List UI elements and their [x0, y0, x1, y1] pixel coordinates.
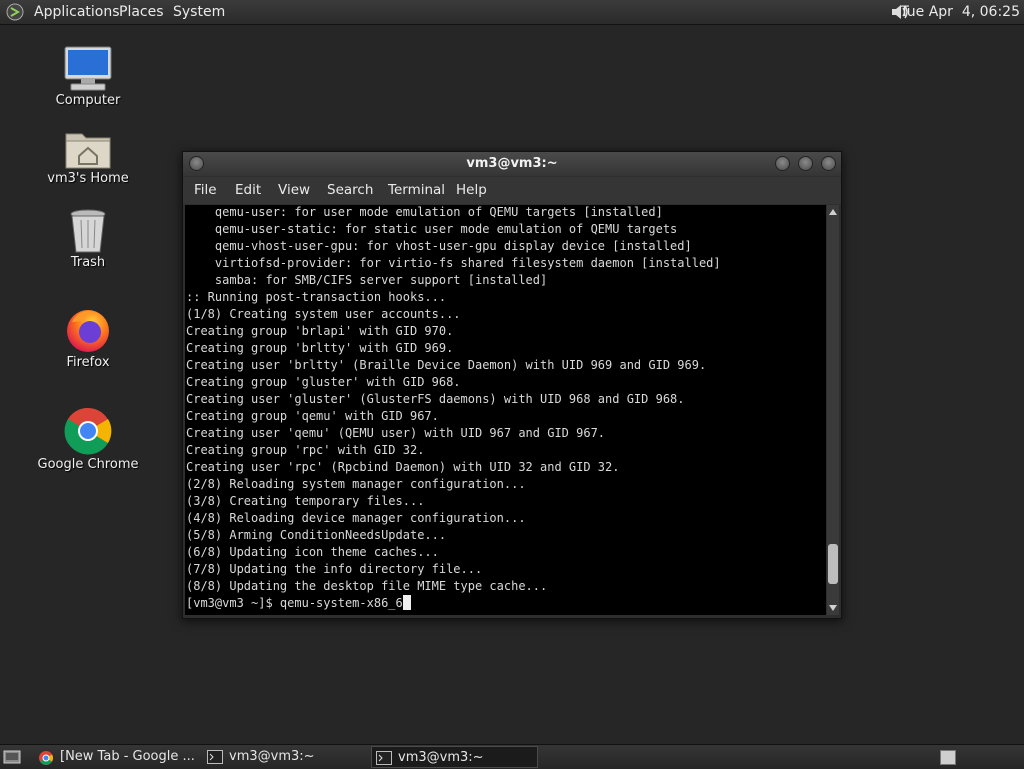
terminal-line: (4/8) Reloading device manager configura…: [186, 511, 526, 525]
terminal-line: Creating group 'rpc' with GID 32.: [186, 443, 425, 457]
clock[interactable]: Tue Apr 4, 06:25: [900, 3, 1020, 21]
terminal-text: qemu-user: for user mode emulation of QE…: [185, 205, 826, 612]
places-menu[interactable]: Places: [119, 3, 164, 21]
terminal-line: samba: for SMB/CIFS server support [inst…: [186, 273, 548, 287]
desktop-icon-label: Trash: [70, 255, 106, 270]
terminal-line: (5/8) Arming ConditionNeedsUpdate...: [186, 528, 447, 542]
scroll-up-arrow-icon[interactable]: [829, 209, 837, 215]
firefox-icon: [67, 310, 109, 352]
chrome-icon: [64, 407, 112, 455]
taskbar-item-terminal-1[interactable]: vm3@vm3:~: [203, 746, 365, 768]
terminal-line: Creating group 'gluster' with GID 968.: [186, 375, 461, 389]
desktop-icon-label: Google Chrome: [37, 457, 139, 472]
close-button[interactable]: [821, 156, 836, 171]
terminal-scrollbar[interactable]: [827, 205, 839, 615]
terminal-line: Creating user 'rpc' (Rpcbind Daemon) wit…: [186, 460, 620, 474]
terminal-line: Creating group 'brlapi' with GID 970.: [186, 324, 454, 338]
terminal-line: (7/8) Updating the info directory file..…: [186, 562, 483, 576]
taskbar-item-label: [New Tab - Google ...: [60, 749, 195, 764]
menu-search[interactable]: Search: [327, 182, 373, 198]
window-title: vm3@vm3:~: [466, 156, 558, 171]
shell-prompt: [vm3@vm3 ~]$: [186, 596, 280, 610]
terminal-line: virtiofsd-provider: for virtio-fs shared…: [186, 256, 721, 270]
terminal-icon: [207, 750, 223, 764]
computer-icon: [64, 46, 112, 91]
desktop-icon-label: vm3's Home: [47, 171, 129, 186]
menu-terminal[interactable]: Terminal: [388, 182, 445, 198]
taskbar-item-terminal-2[interactable]: vm3@vm3:~: [371, 746, 538, 768]
desktop-icon-computer[interactable]: Computer: [33, 46, 143, 108]
terminal-window: vm3@vm3:~ File Edit View Search Terminal…: [182, 151, 842, 619]
minimize-button[interactable]: [775, 156, 790, 171]
menu-edit[interactable]: Edit: [235, 182, 261, 198]
menu-file[interactable]: File: [194, 182, 217, 198]
terminal-line: (6/8) Updating icon theme caches...: [186, 545, 439, 559]
terminal-line: (1/8) Creating system user accounts...: [186, 307, 461, 321]
terminal-line: Creating group 'qemu' with GID 967.: [186, 409, 439, 423]
home-folder-icon: [65, 133, 111, 169]
command-input[interactable]: qemu-system-x86_6: [280, 596, 403, 610]
system-menu[interactable]: System: [173, 3, 225, 21]
terminal-output[interactable]: qemu-user: for user mode emulation of QE…: [185, 205, 826, 615]
desktop-icon-trash[interactable]: Trash: [33, 208, 143, 270]
terminal-line: qemu-user: for user mode emulation of QE…: [186, 205, 663, 219]
terminal-line: (8/8) Updating the desktop file MIME typ…: [186, 579, 548, 593]
workspace-switcher[interactable]: [940, 750, 956, 765]
taskbar-item-label: vm3@vm3:~: [398, 750, 484, 765]
text-cursor: [402, 595, 411, 610]
taskbar-item-label: vm3@vm3:~: [229, 749, 315, 764]
terminal-line: qemu-vhost-user-gpu: for vhost-user-gpu …: [186, 239, 692, 253]
window-titlebar[interactable]: vm3@vm3:~: [183, 152, 841, 176]
top-panel: Applications Places System Tue Apr 4, 06…: [0, 0, 1024, 25]
distro-logo-icon[interactable]: [6, 3, 24, 21]
trash-icon: [70, 209, 106, 253]
terminal-line: Creating user 'brltty' (Braille Device D…: [186, 358, 707, 372]
desktop-icon-label: Firefox: [66, 355, 110, 370]
terminal-line: (2/8) Reloading system manager configura…: [186, 477, 526, 491]
desktop-icon-firefox[interactable]: Firefox: [33, 306, 143, 370]
desktop-icon-chrome[interactable]: Google Chrome: [33, 406, 143, 472]
terminal-line: :: Running post-transaction hooks...: [186, 290, 447, 304]
terminal-line: Creating user 'gluster' (GlusterFS daemo…: [186, 392, 685, 406]
taskbar-item-chrome[interactable]: [New Tab - Google ...: [34, 746, 196, 768]
terminal-line: Creating user 'qemu' (QEMU user) with UI…: [186, 426, 606, 440]
terminal-icon: [376, 751, 392, 765]
terminal-line: Creating group 'brltty' with GID 969.: [186, 341, 454, 355]
applications-menu[interactable]: Applications: [34, 3, 120, 21]
desktop-icon-home[interactable]: vm3's Home: [33, 128, 143, 186]
terminal-line: qemu-user-static: for static user mode e…: [186, 222, 678, 236]
menu-help[interactable]: Help: [456, 182, 487, 198]
desktop-icon-label: Computer: [55, 93, 121, 108]
bottom-panel: [New Tab - Google ... vm3@vm3:~ vm3@vm3:…: [0, 744, 1024, 769]
terminal-menubar: File Edit View Search Terminal Help: [183, 177, 841, 204]
chrome-icon: [39, 751, 53, 765]
scroll-down-arrow-icon[interactable]: [829, 605, 837, 611]
scrollbar-thumb[interactable]: [828, 543, 838, 584]
maximize-button[interactable]: [798, 156, 813, 171]
menu-view[interactable]: View: [278, 182, 310, 198]
terminal-line: (3/8) Creating temporary files...: [186, 494, 425, 508]
terminal-prompt-line: [vm3@vm3 ~]$ qemu-system-x86_6: [186, 595, 826, 612]
show-desktop-icon[interactable]: [3, 750, 21, 764]
